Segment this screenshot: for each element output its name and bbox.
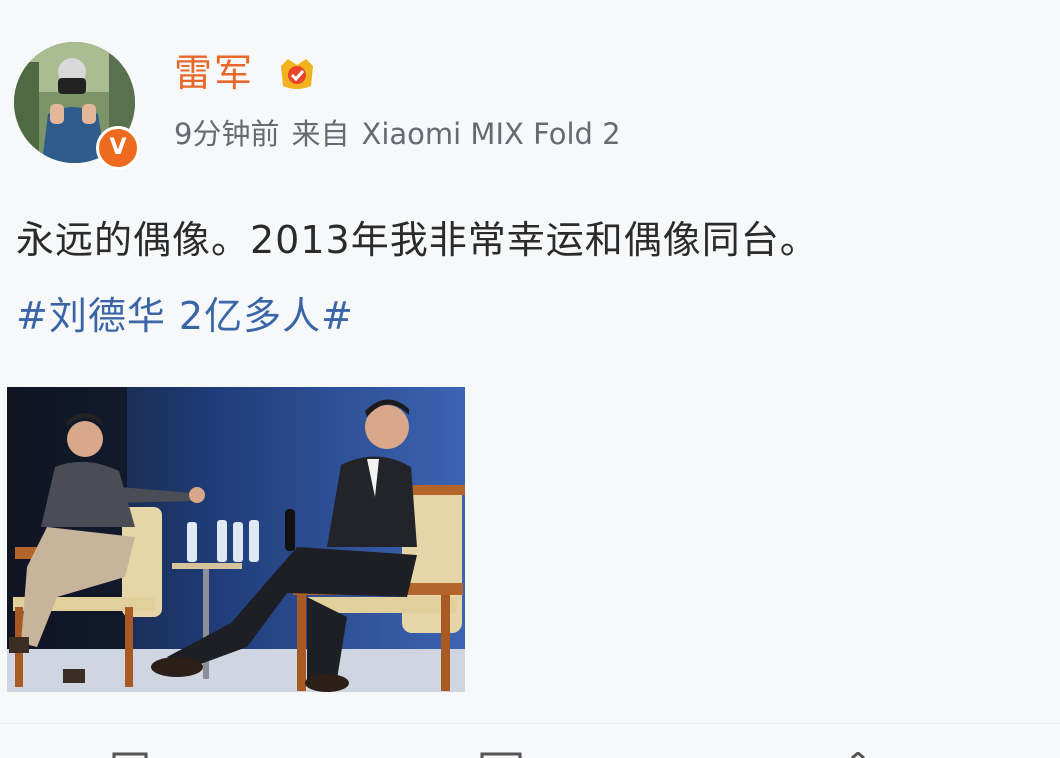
post-meta: 9分钟前 来自 Xiaomi MIX Fold 2: [174, 112, 633, 156]
vip-crown-badge-icon: [281, 59, 313, 89]
verified-v-badge-icon: V: [96, 126, 140, 170]
hashtag-link[interactable]: #刘德华 2亿多人#: [16, 288, 354, 344]
avatar[interactable]: V: [14, 42, 140, 170]
username[interactable]: 雷军: [174, 46, 254, 100]
action-toolbar: [0, 724, 1060, 758]
post-photo: [7, 387, 465, 692]
source-device[interactable]: Xiaomi MIX Fold 2: [361, 117, 620, 151]
repost-icon[interactable]: [112, 752, 148, 758]
comment-icon[interactable]: [480, 752, 522, 758]
post-text: 永远的偶像。2013年我非常幸运和偶像同台。: [16, 218, 819, 262]
post-image[interactable]: [7, 387, 465, 692]
weibo-post-card: V 雷军 9分钟前 来自 Xiaomi MIX Fold 2 永远的偶像。2013年…: [0, 0, 1060, 758]
like-icon[interactable]: [846, 752, 882, 758]
post-time[interactable]: 9分钟前: [174, 117, 279, 151]
source-prefix: 来自: [291, 117, 350, 151]
